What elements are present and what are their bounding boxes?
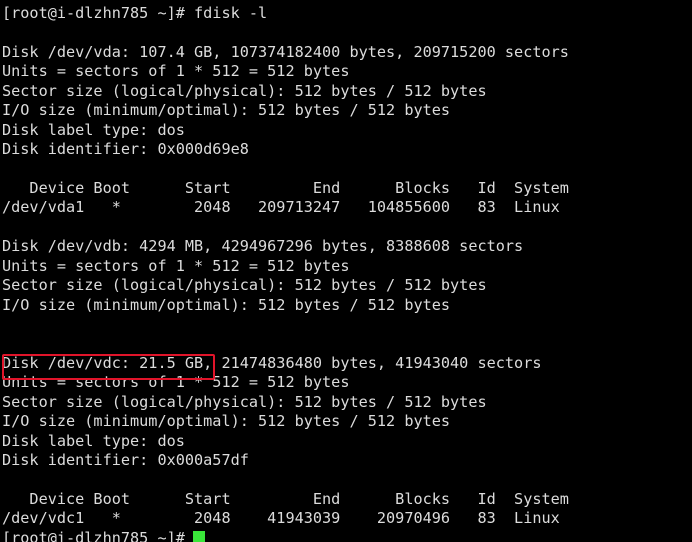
terminal-line: I/O size (minimum/optimal): 512 bytes / … <box>2 412 451 431</box>
terminal-line: Disk label type: dos <box>2 431 185 450</box>
terminal-line: Disk /dev/vdb: 4294 MB, 4294967296 bytes… <box>2 237 524 256</box>
terminal-output: [root@i-dlzhn785 ~]# fdisk -l Disk /dev/… <box>2 4 692 529</box>
terminal-line: Disk identifier: 0x000d69e8 <box>2 140 249 159</box>
partition-table-header: Device Boot Start End Blocks Id System <box>2 489 569 508</box>
terminal-line: Units = sectors of 1 * 512 = 512 bytes <box>2 373 350 392</box>
terminal-cursor <box>193 531 205 542</box>
partition-table-row: /dev/vda1 * 2048 209713247 104855600 83 … <box>2 198 560 217</box>
terminal-line: Disk label type: dos <box>2 120 185 139</box>
terminal-prompt-line-partial: [root@i-dlzhn785 ~]# <box>2 529 692 542</box>
terminal-line-vdc-disk: Disk /dev/vdc: 21.5 GB, 21474836480 byte… <box>2 353 542 372</box>
terminal-prompt: [root@i-dlzhn785 ~]# <box>2 529 185 542</box>
terminal-line: Units = sectors of 1 * 512 = 512 bytes <box>2 62 350 81</box>
terminal-line: Sector size (logical/physical): 512 byte… <box>2 276 487 295</box>
terminal-line: Disk /dev/vda: 107.4 GB, 107374182400 by… <box>2 42 569 61</box>
partition-table-row: /dev/vdc1 * 2048 41943039 20970496 83 Li… <box>2 509 560 528</box>
terminal-line: Units = sectors of 1 * 512 = 512 bytes <box>2 256 350 275</box>
terminal-line: Sector size (logical/physical): 512 byte… <box>2 392 487 411</box>
terminal-line: Sector size (logical/physical): 512 byte… <box>2 81 487 100</box>
terminal-line: [root@i-dlzhn785 ~]# fdisk -l <box>2 4 268 22</box>
terminal-window[interactable]: [root@i-dlzhn785 ~]# fdisk -l Disk /dev/… <box>0 0 692 542</box>
partition-table-header: Device Boot Start End Blocks Id System <box>2 178 569 197</box>
terminal-line: I/O size (minimum/optimal): 512 bytes / … <box>2 295 451 314</box>
terminal-line: I/O size (minimum/optimal): 512 bytes / … <box>2 101 451 120</box>
terminal-line: Disk identifier: 0x000a57df <box>2 451 249 470</box>
